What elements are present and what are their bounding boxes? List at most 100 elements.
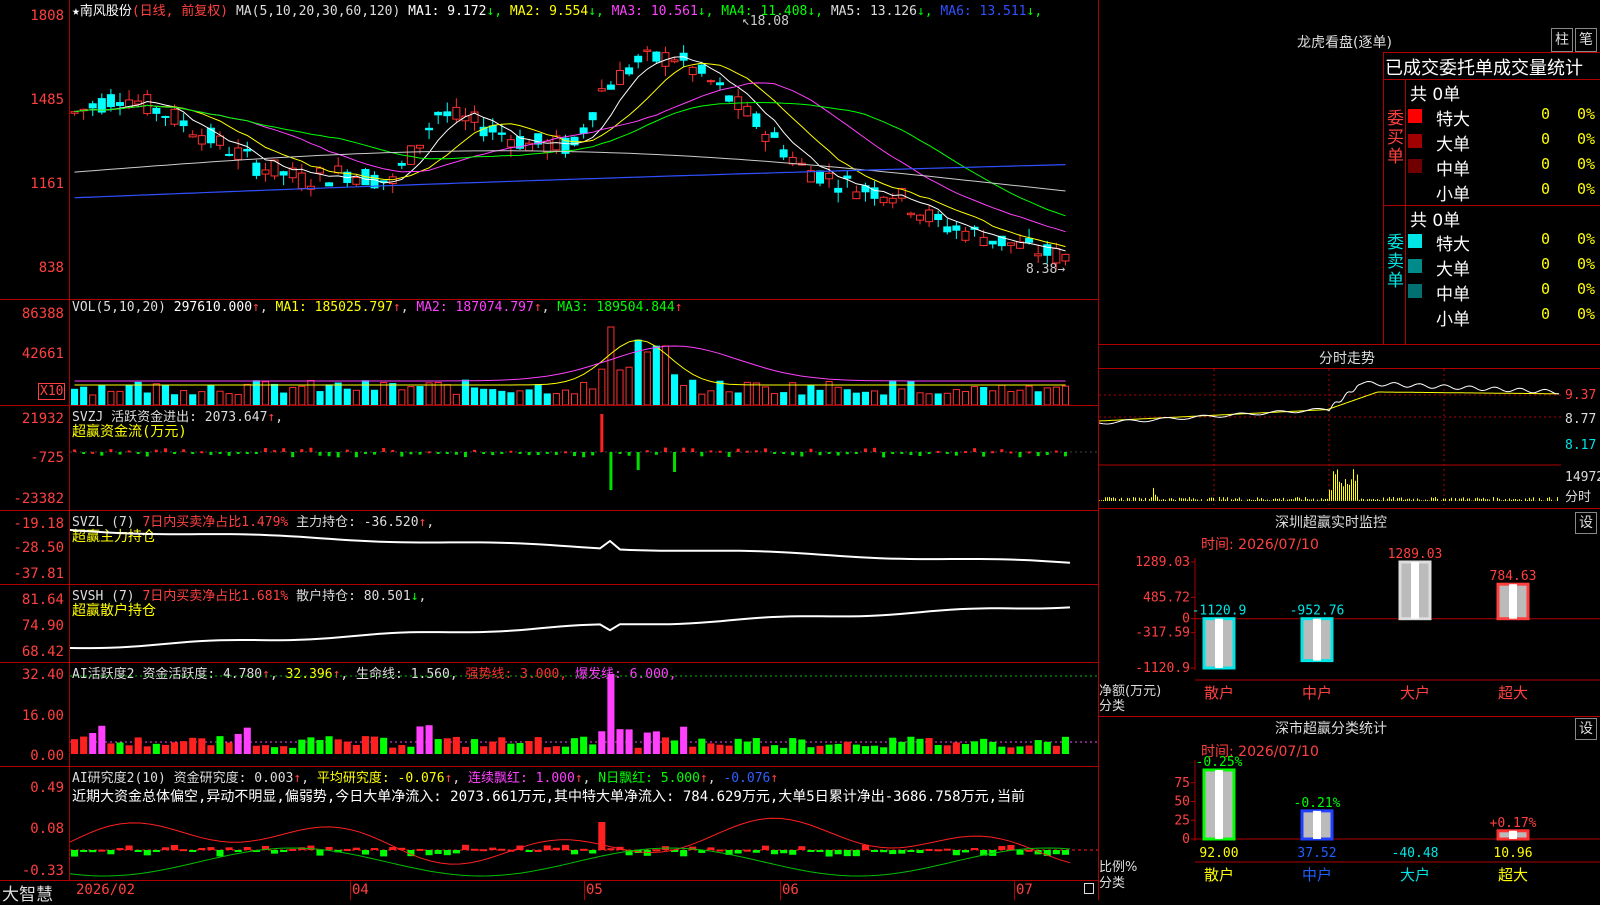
- tick-mode-button[interactable]: 笔: [1575, 28, 1597, 52]
- volume-bar: [726, 392, 732, 405]
- candle-body: [489, 126, 496, 132]
- research-bar: [1016, 850, 1023, 855]
- volume-bar: [181, 391, 187, 405]
- svsh-panel[interactable]: SVSH (7) 7日内买卖净占比1.681% 散户持仓: 80.501↓, 超…: [0, 584, 1098, 663]
- volume-bar: [708, 391, 714, 405]
- intraday-vol-bar: [1273, 499, 1274, 501]
- svzj-panel[interactable]: SVZJ 活跃资金进出: 2073.647↑, 超赢资金流(万元) 21932 …: [0, 405, 1098, 511]
- volume-bar: [899, 389, 905, 405]
- category-bar-highlight: [1313, 811, 1321, 839]
- volume-bar: [953, 390, 959, 405]
- research-bar: [235, 850, 242, 852]
- ai-activity-chart: [70, 662, 1098, 766]
- right-sidebar: 龙虎看盘(逐单) 柱 笔 已成交委托单成交量统计 委买单 共 0单 委卖单 共 …: [1099, 0, 1600, 900]
- research-bar: [935, 849, 942, 851]
- flow-bar: [128, 450, 131, 452]
- activity-bar: [162, 745, 169, 754]
- intraday-vol-bar: [1257, 497, 1258, 501]
- sell-row-pct: 0%: [1577, 305, 1595, 323]
- volume-bar: [472, 388, 478, 405]
- candlestick-chart[interactable]: [70, 18, 1098, 280]
- intraday-chart[interactable]: [1099, 369, 1561, 505]
- activity-bar: [671, 740, 678, 754]
- flow-bar: [73, 450, 76, 452]
- ma-value: MA3: 10.561: [604, 4, 698, 19]
- intraday-title: 分时走势: [1319, 348, 1375, 368]
- flow-bar: [464, 452, 467, 457]
- volume-panel[interactable]: VOL(5,10,20) 297610.000↑, MA1: 185025.79…: [0, 299, 1098, 406]
- activity-bar: [1035, 740, 1042, 754]
- ai-research-panel[interactable]: AI研究度2(10) 资金研究度: 0.003↑, 平均研究度: -0.076↑…: [0, 766, 1098, 881]
- research-bar: [435, 850, 442, 854]
- activity-bar: [444, 738, 451, 754]
- activity-bar: [435, 739, 442, 754]
- flow-bar: [200, 451, 203, 453]
- buy-row-pct: 0%: [1577, 155, 1595, 173]
- intraday-vol-bar: [1423, 500, 1424, 501]
- intraday-vol-bar: [1157, 497, 1158, 501]
- buy-total: 共 0单: [1410, 80, 1460, 105]
- bar-mode-button[interactable]: 柱: [1551, 28, 1573, 52]
- flow-bar: [409, 452, 412, 454]
- candle-body: [226, 154, 233, 155]
- candle-body: [635, 56, 642, 62]
- research-bar: [416, 849, 423, 851]
- volume-bar: [481, 389, 487, 405]
- flow-bar: [528, 452, 531, 455]
- intraday-vol-bar: [1435, 497, 1436, 501]
- volume-bar: [653, 346, 659, 405]
- intraday-vol-bar: [1195, 499, 1196, 501]
- intraday-vol-bar: [1347, 484, 1348, 501]
- activity-bar: [544, 747, 551, 754]
- intraday-vol-bar: [1469, 498, 1470, 501]
- intraday-vol-bar: [1161, 500, 1162, 501]
- research-bar: [107, 850, 114, 854]
- stats-settings-button[interactable]: 设: [1575, 718, 1597, 740]
- research-bar: [898, 850, 905, 854]
- flow-bar: [455, 452, 458, 455]
- intraday-vol-bar: [1305, 497, 1306, 501]
- research-bar: [544, 845, 551, 850]
- svzl-panel[interactable]: SVZL (7) 7日内买卖净占比1.479% 主力持仓: -36.520↑, …: [0, 510, 1098, 585]
- intraday-vol-bar: [1437, 499, 1438, 501]
- intraday-vol-tick: 14972: [1565, 470, 1600, 485]
- price-panel[interactable]: ★南风股份(日线, 前复权) MA(5,10,20,30,60,120) MA1…: [0, 0, 1098, 300]
- candle-body: [935, 214, 942, 219]
- activity-bar: [198, 738, 205, 754]
- research-bar: [744, 850, 751, 852]
- flow-bar: [400, 452, 403, 457]
- intraday-vol-bar: [1299, 498, 1300, 501]
- flow-bar: [355, 452, 358, 457]
- activity-bar: [1026, 746, 1033, 754]
- activity-bar: [380, 738, 387, 754]
- intraday-vol-bar: [1105, 497, 1106, 501]
- intraday-vol-bar: [1355, 481, 1356, 501]
- intraday-vol-bar: [1381, 500, 1382, 501]
- intraday-vol-bar: [1451, 498, 1452, 501]
- flow-bar: [673, 452, 676, 472]
- value-label: -40.48: [1392, 846, 1439, 861]
- flow-bar: [1000, 449, 1003, 452]
- ai-activity-panel[interactable]: AI活跃度2 资金活跃度: 4.780↑, 32.396↑, 生命线: 1.56…: [0, 662, 1098, 767]
- research-bar: [280, 850, 287, 852]
- candle-body: [671, 60, 678, 62]
- research-bar: [371, 848, 378, 850]
- activity-bar: [635, 748, 642, 754]
- intraday-vol-bar: [1293, 499, 1294, 501]
- intraday-vol-bar: [1461, 499, 1462, 501]
- vol-header: VOL(5,10,20) 297610.000↑, MA1: 185025.79…: [72, 300, 683, 315]
- intraday-vol-bar: [1473, 500, 1474, 501]
- research-bar: [589, 850, 596, 853]
- monitor-settings-button[interactable]: 设: [1575, 512, 1597, 534]
- volume-bar: [417, 387, 423, 405]
- lock-icon[interactable]: [1084, 883, 1094, 894]
- research-bar: [116, 848, 123, 850]
- flow-bar: [309, 448, 312, 452]
- candle-body: [335, 166, 342, 173]
- sell-row-name: 大单: [1436, 255, 1470, 280]
- intraday-vol-bar: [1309, 499, 1310, 501]
- volume-bar: [172, 395, 178, 405]
- research-bar: [444, 850, 451, 855]
- research-bar: [135, 850, 142, 852]
- intraday-vol-bar: [1345, 479, 1346, 501]
